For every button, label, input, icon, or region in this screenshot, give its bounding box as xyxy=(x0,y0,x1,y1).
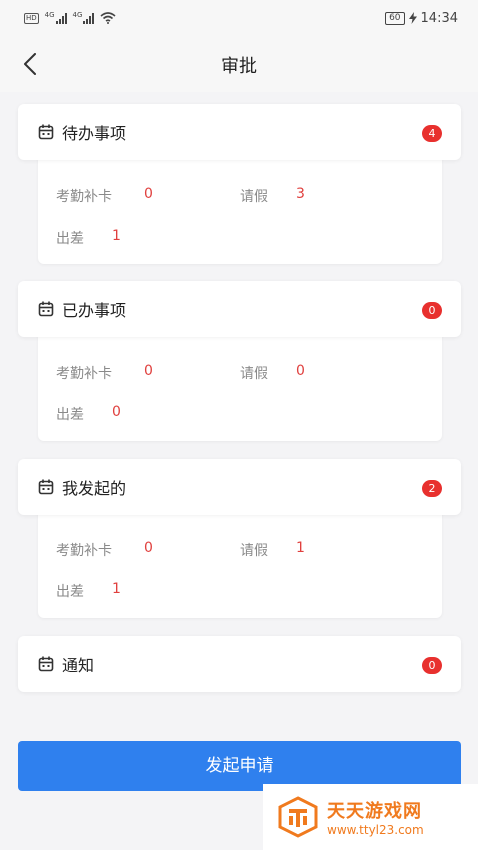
count-badge: 2 xyxy=(422,480,442,497)
trip-value: 0 xyxy=(112,404,121,420)
trip-label: 出差 xyxy=(56,584,84,600)
attendance-value: 0 xyxy=(144,186,153,202)
status-right: 60 14:34 xyxy=(385,11,458,26)
attendance-value: 0 xyxy=(144,540,153,556)
leave-stat[interactable]: 请假 0 xyxy=(240,363,305,383)
leave-stat[interactable]: 请假 1 xyxy=(240,540,305,560)
signal-icon: 4G xyxy=(45,12,67,24)
leave-stat[interactable]: 请假 3 xyxy=(240,186,305,206)
wifi-icon xyxy=(100,12,116,24)
trip-stat[interactable]: 出差 0 xyxy=(56,404,121,424)
network-type-b: 4G xyxy=(72,11,83,19)
trip-value: 1 xyxy=(112,228,121,244)
trip-label: 出差 xyxy=(56,231,84,247)
watermark: 天天游戏网 www.ttyl23.com xyxy=(263,784,478,850)
watermark-url: www.ttyl23.com xyxy=(327,823,424,837)
section-todo[interactable]: 待办事项 4 xyxy=(18,104,461,160)
leave-label: 请假 xyxy=(240,189,268,205)
battery-icon: 60 xyxy=(385,11,405,25)
attendance-stat[interactable]: 考勤补卡 0 xyxy=(56,363,153,383)
todo-stats-card: 考勤补卡 0 请假 3 出差 1 xyxy=(38,158,442,264)
section-done[interactable]: 已办事项 0 xyxy=(18,281,461,337)
network-type-a: 4G xyxy=(44,11,55,19)
attendance-label: 考勤补卡 xyxy=(56,189,112,205)
initiated-stats-card: 考勤补卡 0 请假 1 出差 1 xyxy=(38,512,442,618)
attendance-stat[interactable]: 考勤补卡 0 xyxy=(56,186,153,206)
page-title: 审批 xyxy=(221,56,257,77)
hd-icon: HD xyxy=(24,12,39,24)
attendance-stat[interactable]: 考勤补卡 0 xyxy=(56,540,153,560)
section-title: 待办事项 xyxy=(62,124,127,143)
leave-value: 0 xyxy=(296,363,305,379)
count-badge: 0 xyxy=(422,657,442,674)
attendance-value: 0 xyxy=(144,363,153,379)
watermark-name: 天天游戏网 xyxy=(327,801,422,822)
attendance-label: 考勤补卡 xyxy=(56,543,112,559)
section-title: 我发起的 xyxy=(62,479,127,498)
done-stats-card: 考勤补卡 0 请假 0 出差 0 xyxy=(38,335,442,441)
leave-label: 请假 xyxy=(240,366,268,382)
trip-value: 1 xyxy=(112,581,121,597)
trip-stat[interactable]: 出差 1 xyxy=(56,228,121,248)
leave-value: 1 xyxy=(296,540,305,556)
calendar-icon xyxy=(38,124,54,140)
count-badge: 4 xyxy=(422,125,442,142)
clock: 14:34 xyxy=(420,10,458,26)
count-badge: 0 xyxy=(422,302,442,319)
status-bar: HD 4G 4G 60 14:34 xyxy=(0,0,478,36)
calendar-icon xyxy=(38,656,54,672)
lightning-icon xyxy=(408,12,417,24)
attendance-label: 考勤补卡 xyxy=(56,366,112,382)
section-title: 已办事项 xyxy=(62,301,127,320)
status-left: HD 4G 4G xyxy=(24,12,116,24)
calendar-icon xyxy=(38,301,54,317)
section-notice[interactable]: 通知 0 xyxy=(18,636,461,692)
calendar-icon xyxy=(38,479,54,495)
leave-value: 3 xyxy=(296,186,305,202)
section-title: 通知 xyxy=(62,656,95,675)
signal-icon: 4G xyxy=(73,12,95,24)
leave-label: 请假 xyxy=(240,543,268,559)
trip-stat[interactable]: 出差 1 xyxy=(56,581,121,601)
section-initiated[interactable]: 我发起的 2 xyxy=(18,459,461,515)
nav-bar: 审批 xyxy=(0,36,478,92)
trip-label: 出差 xyxy=(56,407,84,423)
watermark-logo xyxy=(278,796,318,838)
